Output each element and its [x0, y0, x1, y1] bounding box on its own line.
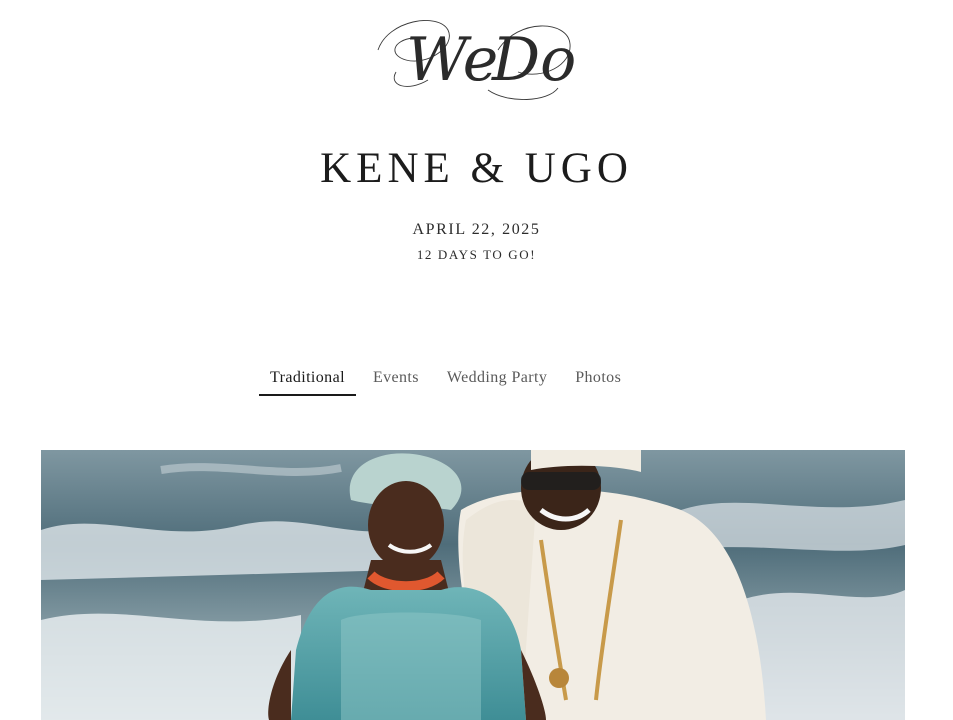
hero-couple-photo — [41, 450, 905, 720]
tab-wedding-party[interactable]: Wedding Party — [436, 364, 558, 396]
tab-traditional[interactable]: Traditional — [259, 364, 356, 396]
beach-couple-image — [41, 450, 905, 720]
wedding-date: APRIL 22, 2025 — [412, 221, 541, 238]
couple-names-title: KENE & UGO — [320, 145, 633, 192]
tab-events[interactable]: Events — [362, 364, 430, 396]
logo-we-text: We — [406, 25, 498, 95]
countdown-text: 12 DAYS TO GO! — [416, 247, 537, 262]
section-tabs: Traditional Events Wedding Party Photos — [259, 364, 638, 396]
tab-photos[interactable]: Photos — [564, 364, 632, 396]
logo-do-text: Do — [491, 25, 576, 95]
monogram-flourish-icon: We Do — [377, 20, 576, 100]
we-do-logo[interactable]: We Do — [368, 10, 578, 102]
